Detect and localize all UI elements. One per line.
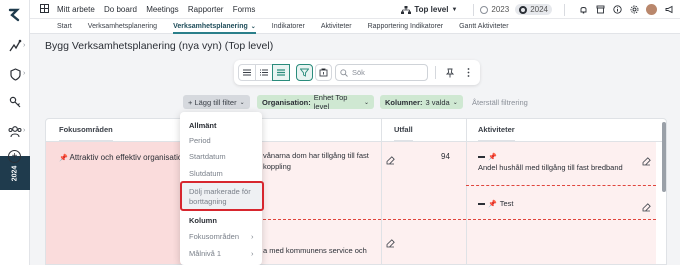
tab-gantt-aktiviteter[interactable]: Gantt Aktiviteter — [459, 19, 508, 34]
pin-icon: 📌 — [488, 154, 497, 161]
filter-funnel-icon — [300, 68, 309, 77]
tab-start[interactable]: Start — [57, 19, 72, 34]
highlighted-option-hide-marked[interactable]: Dölj markerade för borttagning — [180, 181, 264, 211]
filter-toggle-button[interactable] — [296, 64, 313, 81]
left-rail: › › › 2024 — [0, 0, 30, 265]
search-icon — [340, 68, 348, 77]
pin-icon[interactable] — [444, 67, 455, 78]
activity-1-text[interactable]: Andel hushåll med tillgång till fast bre… — [478, 163, 623, 172]
add-filter-button[interactable]: + Lägg till filter ⌄ — [183, 95, 250, 109]
activity-item[interactable]: 📌 — [478, 153, 497, 161]
team-icon[interactable] — [7, 123, 23, 139]
header-utfall[interactable]: Utfall — [394, 119, 413, 141]
megaphone-icon[interactable] — [665, 5, 674, 14]
chevron-right-icon: › — [251, 232, 254, 241]
year-radio-2024[interactable]: 2024 — [515, 4, 552, 15]
main-menu: Mitt arbete Do board Meetings Rapporter … — [57, 5, 262, 14]
tab-indikatorer[interactable]: Indikatorer — [272, 19, 305, 34]
export-icon — [319, 68, 328, 77]
section-header-kolumn: Kolumn — [189, 216, 217, 225]
strategy-icon[interactable] — [7, 38, 23, 54]
view-toolbar: Sök — [234, 60, 480, 85]
top-menu-bar: Mitt arbete Do board Meetings Rapporter … — [30, 0, 680, 19]
hierarchy-icon — [401, 5, 412, 14]
detail-view-icon[interactable] — [272, 64, 290, 81]
menu-item-do-board[interactable]: Do board — [104, 5, 137, 14]
edit-icon[interactable] — [386, 235, 395, 248]
filter-option-slutdatum[interactable]: Slutdatum — [189, 169, 223, 178]
chevron-right-icon: › — [23, 42, 26, 49]
page-title: Bygg Verksamhetsplanering (nya vyn) (Top… — [45, 40, 274, 52]
search-input[interactable]: Sök — [335, 64, 428, 81]
info-icon[interactable] — [613, 5, 622, 14]
search-placeholder: Sök — [352, 68, 365, 77]
header-fokusomraden[interactable]: Fokusområden — [59, 119, 113, 141]
tab-verksamhetsplanering-dropdown[interactable]: Verksamhetsplanering ⌄ — [173, 19, 256, 34]
chevron-down-icon: ⌄ — [250, 23, 256, 30]
tab-aktiviteter[interactable]: Aktiviteter — [321, 19, 352, 34]
key-icon[interactable] — [7, 94, 23, 110]
tab-rapportering-indikatorer[interactable]: Rapportering Indikatorer — [368, 19, 444, 34]
level-label: Top level — [414, 5, 449, 14]
add-circle-icon[interactable]: + — [8, 150, 21, 163]
filter-option-period[interactable]: Period — [189, 136, 211, 145]
year-radio-2023[interactable]: 2023 — [480, 5, 509, 14]
menu-item-meetings[interactable]: Meetings — [146, 5, 178, 14]
app-logo-icon[interactable] — [6, 6, 24, 24]
fokus-item[interactable]: 📌 Attraktiv och effektiv organisation — [59, 153, 187, 162]
archive-icon[interactable] — [596, 5, 605, 14]
level-selector[interactable]: Top level ▼ — [401, 5, 457, 14]
filter-option-startdatum[interactable]: Startdatum — [189, 152, 226, 161]
apps-grid-icon[interactable] — [40, 3, 49, 15]
pin-icon: 📌 — [59, 155, 68, 162]
shield-icon[interactable] — [7, 66, 23, 82]
goal-text-2[interactable]: a med kommunens service och — [263, 245, 367, 256]
sub-navigation: Start Verksamhetsplanering Verksamhetspl… — [30, 19, 680, 34]
header-aktiviteter[interactable]: Aktiviteter — [478, 119, 515, 141]
section-header-allmant: Allmänt — [189, 121, 217, 130]
chevron-right-icon: › — [23, 127, 26, 134]
chevron-right-icon: › — [23, 70, 26, 77]
radio-selected-icon — [519, 5, 528, 14]
app: › › › 2024 + Mitt arbete Do board Meetin… — [0, 0, 680, 265]
compact-view-icon[interactable] — [239, 65, 256, 80]
view-mode-group — [238, 64, 290, 81]
pin-icon: 📌 — [488, 200, 497, 208]
menu-item-forms[interactable]: Forms — [233, 5, 256, 14]
edit-icon[interactable] — [386, 152, 395, 165]
reset-filter-link[interactable]: Återställ filtrering — [472, 98, 528, 107]
edit-icon[interactable] — [642, 153, 651, 166]
table-scrollbar[interactable] — [662, 122, 666, 192]
chevron-down-icon: ⌄ — [363, 99, 369, 106]
planning-table: Fokusområden Utfall Aktiviteter 📌 Attrak… — [45, 118, 667, 265]
dash-icon — [478, 156, 485, 158]
goal-text[interactable]: vånarna dom har tillgång till fast koppl… — [263, 150, 369, 172]
chevron-down-icon: ▼ — [451, 6, 458, 13]
bell-icon[interactable] — [579, 5, 588, 14]
menu-item-rapporter[interactable]: Rapporter — [188, 5, 224, 14]
user-avatar[interactable] — [646, 4, 657, 15]
utfall-value: 94 — [441, 152, 450, 161]
dash-icon — [478, 202, 485, 205]
columns-filter-chip[interactable]: Kolumner: 3 valda ⌄ — [380, 95, 463, 109]
radio-icon — [480, 5, 489, 14]
organisation-filter-chip[interactable]: Organisation: Enhet Top level ⌄ — [257, 93, 374, 111]
filter-option-malniva-1[interactable]: Målnivå 1 › — [189, 249, 259, 258]
list-view-icon[interactable] — [256, 65, 273, 80]
activity-item-test[interactable]: 📌 Test — [478, 199, 513, 208]
top-right-controls: Top level ▼ 2023 2024 — [401, 0, 674, 19]
settings-gear-icon[interactable] — [630, 5, 639, 14]
tab-verksamhetsplanering[interactable]: Verksamhetsplanering — [88, 19, 157, 34]
chevron-down-icon: ⌄ — [239, 99, 245, 106]
export-button[interactable] — [315, 64, 332, 81]
chevron-down-icon: ⌄ — [452, 99, 458, 106]
edit-icon[interactable] — [642, 199, 651, 212]
chevron-right-icon: › — [251, 249, 254, 258]
more-options-icon[interactable] — [463, 67, 474, 78]
menu-item-mitt-arbete[interactable]: Mitt arbete — [57, 5, 95, 14]
filter-option-fokusomraden[interactable]: Fokusområden › — [189, 232, 259, 241]
